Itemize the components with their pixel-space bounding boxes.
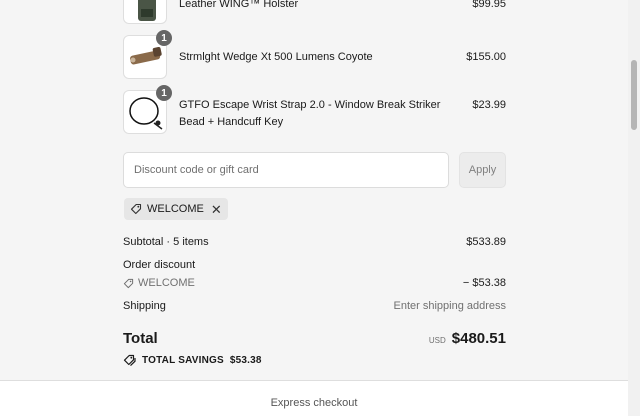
product-name: GTFO Escape Wrist Strap 2.0 - Window Bre… [179,99,441,128]
product-thumbnail: 1 [123,85,172,134]
total-amount-group: USD $480.51 [429,330,506,347]
total-savings-row: TOTAL SAVINGS $53.38 [123,354,262,366]
currency-code: USD [428,336,446,345]
product-price: $99.95 [472,0,506,10]
shipping-value: Enter shipping address [393,300,506,312]
quantity-badge: 1 [156,85,172,101]
total-savings-value: $53.38 [229,354,262,366]
subtotal-label: Subtotal · 5 items [123,236,209,248]
line-item: 1 Strmlght Wedge Xt 500 Lumens Coyote $1… [123,30,506,81]
discount-code-label: WELCOME [123,277,195,289]
total-amount: $480.51 [451,330,506,347]
order-summary-pane: Leather WING™ Holster $99.95 1 Strmlght … [0,0,628,416]
line-item: Leather WING™ Holster $99.95 [123,0,506,26]
discount-code-input[interactable] [123,152,449,188]
line-item: 1 GTFO Escape Wrist Strap 2.0 - Window B… [123,85,506,136]
product-thumbnail: 1 [123,30,172,79]
total-savings-label: TOTAL SAVINGS [142,354,224,366]
product-thumbnail [123,0,167,24]
total-label: Total [123,330,158,347]
scrollbar-thumb[interactable] [631,60,637,130]
product-price: $23.99 [472,99,506,111]
express-checkout-label: Express checkout [270,397,358,409]
discount-code-row: WELCOME − $53.38 [123,277,506,289]
shipping-row: Shipping Enter shipping address [123,300,506,312]
express-checkout-section: Express checkout [0,381,628,416]
subtotal-row: Subtotal · 5 items $533.89 [123,236,506,248]
discount-value: − $53.38 [462,277,506,289]
applied-discount-chip: WELCOME ✕ [124,198,228,220]
apply-discount-button[interactable]: Apply [459,152,506,188]
quantity-badge: 1 [156,30,172,46]
tag-icon [123,278,134,288]
order-discount-label: Order discount [123,259,196,271]
tag-icon [130,203,142,215]
discount-code-text: WELCOME [138,277,195,289]
scrollbar[interactable] [628,0,640,416]
product-name: Leather WING™ Holster [179,0,299,10]
applied-discount-code: WELCOME [147,203,204,215]
product-price: $155.00 [466,51,506,63]
remove-discount-icon[interactable]: ✕ [211,203,222,216]
tags-icon [123,354,136,366]
order-discount-row: Order discount [123,259,506,271]
subtotal-value: $533.89 [466,236,506,248]
shipping-label: Shipping [123,300,166,312]
product-name: Strmlght Wedge Xt 500 Lumens Coyote [179,51,373,63]
